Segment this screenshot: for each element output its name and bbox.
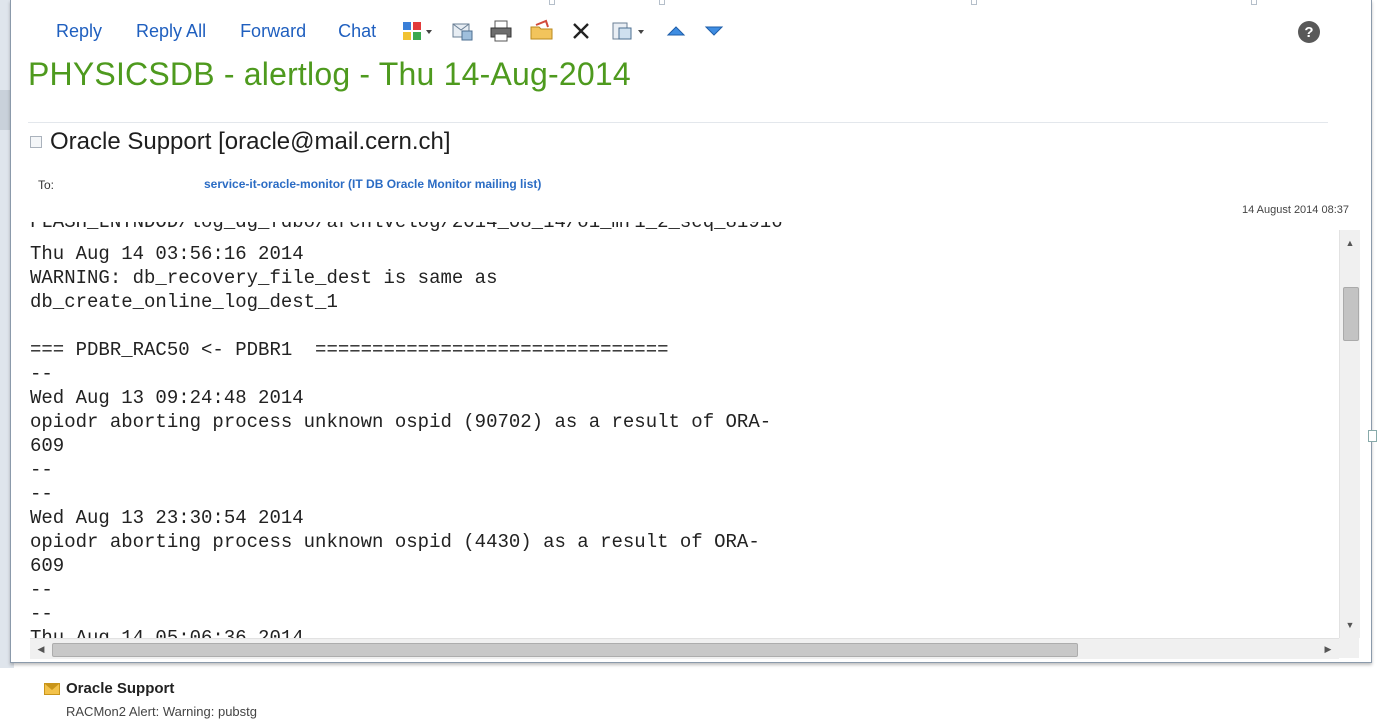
body-line: db_create_online_log_dest_1 bbox=[30, 291, 338, 313]
folder-icon[interactable] bbox=[528, 19, 556, 43]
body-line: 609 bbox=[30, 555, 65, 577]
body-line: === PDBR_RAC50 <- PDBR1 ================… bbox=[30, 339, 669, 361]
reply-button[interactable]: Reply bbox=[56, 21, 102, 42]
down-arrow-icon[interactable] bbox=[702, 19, 726, 43]
list-item-subject[interactable]: RACMon2 Alert: Warning: pubstg bbox=[66, 704, 257, 719]
chat-button[interactable]: Chat bbox=[338, 21, 376, 42]
body-line: -- bbox=[30, 579, 53, 601]
rules-icon[interactable] bbox=[610, 19, 650, 43]
vertical-scroll-thumb[interactable] bbox=[1343, 287, 1359, 341]
list-item-sender[interactable]: Oracle Support bbox=[66, 680, 174, 697]
top-strip-tick bbox=[1251, 0, 1257, 5]
body-line: FLASH_LNTNDOD/log_dg_fdbo/archlvelog/201… bbox=[30, 222, 783, 233]
message-toolbar: Reply Reply All Forward Chat bbox=[56, 18, 740, 44]
envelope-icon bbox=[44, 683, 60, 695]
message-date: 14 August 2014 08:37 bbox=[1241, 204, 1349, 216]
body-line: Wed Aug 13 09:24:48 2014 bbox=[30, 387, 304, 409]
to-label: To: bbox=[38, 178, 55, 192]
vertical-scrollbar[interactable]: ▲ ▼ bbox=[1339, 230, 1360, 638]
body-line: Thu Aug 14 05:06:36 2014 bbox=[30, 627, 304, 638]
email-reading-pane: Reply Reply All Forward Chat ? PHYSICSDB… bbox=[0, 0, 1379, 727]
sender-checkbox-icon[interactable] bbox=[30, 136, 42, 148]
scroll-corner bbox=[1339, 638, 1359, 658]
forward-button[interactable]: Forward bbox=[240, 21, 306, 42]
body-line: 609 bbox=[30, 435, 65, 457]
body-line: opiodr aborting process unknown ospid (9… bbox=[30, 411, 772, 433]
sender-row: Oracle Support [oracle@mail.cern.ch] bbox=[30, 128, 451, 156]
message-body[interactable]: FLASH_LNTNDOD/log_dg_fdbo/archlvelog/201… bbox=[30, 222, 1339, 638]
body-line: -- bbox=[30, 363, 53, 385]
body-line: WARNING: db_recovery_file_dest is same a… bbox=[30, 267, 498, 289]
body-line: -- bbox=[30, 603, 53, 625]
top-strip-tick bbox=[659, 0, 665, 5]
scroll-left-icon[interactable]: ◀ bbox=[32, 639, 50, 659]
categorize-icon[interactable] bbox=[402, 19, 436, 43]
top-strip-tick bbox=[549, 0, 555, 5]
body-line: opiodr aborting process unknown ospid (4… bbox=[30, 531, 760, 553]
scroll-right-icon[interactable]: ▶ bbox=[1319, 639, 1337, 659]
horizontal-scroll-thumb[interactable] bbox=[52, 643, 1078, 657]
body-line: Wed Aug 13 23:30:54 2014 bbox=[30, 507, 304, 529]
scroll-down-icon[interactable]: ▼ bbox=[1340, 616, 1360, 634]
print-icon[interactable] bbox=[488, 19, 514, 43]
header-divider bbox=[28, 122, 1328, 123]
body-line: -- bbox=[30, 459, 53, 481]
resize-handle[interactable] bbox=[1368, 430, 1377, 442]
message-subject: PHYSICSDB - alertlog - Thu 14-Aug-2014 bbox=[28, 56, 631, 92]
to-recipient[interactable]: service-it-oracle-monitor (IT DB Oracle … bbox=[204, 177, 541, 191]
top-strip bbox=[11, 0, 1371, 6]
move-icon[interactable] bbox=[450, 19, 474, 43]
top-strip-tick bbox=[971, 0, 977, 5]
body-line: -- bbox=[30, 483, 53, 505]
up-arrow-icon[interactable] bbox=[664, 19, 688, 43]
scroll-up-icon[interactable]: ▲ bbox=[1340, 234, 1360, 252]
body-line: Thu Aug 14 03:56:16 2014 bbox=[30, 243, 304, 265]
horizontal-scrollbar[interactable]: ◀ ▶ bbox=[30, 638, 1339, 659]
message-sender[interactable]: Oracle Support [oracle@mail.cern.ch] bbox=[50, 128, 451, 156]
reply-all-button[interactable]: Reply All bbox=[136, 21, 206, 42]
delete-icon[interactable] bbox=[570, 19, 592, 43]
help-icon[interactable]: ? bbox=[1298, 21, 1320, 43]
